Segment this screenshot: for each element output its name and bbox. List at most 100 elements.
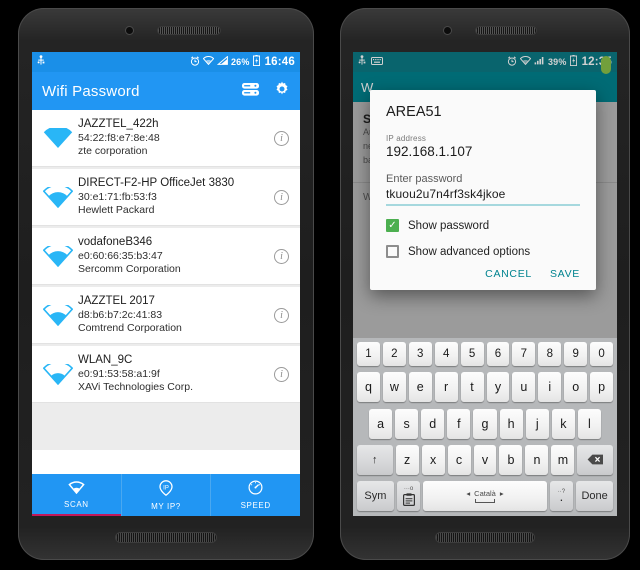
battery-percent-left: 26% <box>230 57 250 67</box>
gear-icon[interactable] <box>274 81 290 101</box>
key-8[interactable]: 8 <box>538 342 562 366</box>
key-t[interactable]: t <box>460 372 484 403</box>
bottom-nav-myip[interactable]: IP MY IP? <box>122 474 212 516</box>
key-n[interactable]: n <box>525 444 549 475</box>
shift-key[interactable]: ↑ <box>357 444 393 475</box>
key-6[interactable]: 6 <box>486 342 510 366</box>
key-u[interactable]: u <box>512 372 536 403</box>
database-icon[interactable] <box>241 82 260 101</box>
password-label: Enter password <box>386 173 463 185</box>
info-icon[interactable]: i <box>274 307 289 323</box>
earpiece-speaker <box>476 27 536 34</box>
space-arrow-right[interactable]: ▸ <box>500 489 504 498</box>
bottom-nav-scan[interactable]: SCAN <box>32 474 122 516</box>
list-item[interactable]: vodafoneB346 e0:60:66:35:b3:47 Sercomm C… <box>32 228 300 285</box>
network-ssid: JAZZTEL 2017 <box>78 295 155 308</box>
wifi-network-list[interactable]: JAZZTEL_422h 54:22:f8:e7:8e:48 zte corpo… <box>32 110 300 450</box>
info-icon[interactable]: i <box>274 366 289 382</box>
alarm-icon <box>190 55 200 69</box>
clock-left: 16:46 <box>264 56 295 68</box>
info-icon[interactable]: i <box>274 189 289 205</box>
usb-icon <box>37 55 45 69</box>
key-i[interactable]: i <box>538 372 562 403</box>
key-y[interactable]: y <box>486 372 510 403</box>
punctuation-key-label: · <box>559 491 564 507</box>
key-3[interactable]: 3 <box>408 342 432 366</box>
key-o[interactable]: o <box>564 372 588 403</box>
key-w[interactable]: w <box>382 372 406 403</box>
key-5[interactable]: 5 <box>460 342 484 366</box>
backspace-key[interactable] <box>577 444 613 475</box>
clipboard-icon <box>402 493 415 506</box>
key-z[interactable]: z <box>395 444 419 475</box>
app-bar-left: Wifi Password <box>32 72 300 110</box>
key-d[interactable]: d <box>421 408 445 439</box>
show-password-checkbox[interactable]: ✓ <box>386 219 399 232</box>
keyboard-row-1: q w e r t y u i o p <box>355 372 615 403</box>
key-l[interactable]: l <box>577 408 601 439</box>
wifi-password-dialog: AREA51 IP address 192.168.1.107 Enter pa… <box>370 90 596 290</box>
key-j[interactable]: j <box>525 408 549 439</box>
front-camera-icon <box>126 27 133 34</box>
key-c[interactable]: c <box>447 444 471 475</box>
info-icon[interactable]: i <box>274 130 289 146</box>
password-input[interactable]: tkuou2u7n4rf3sk4jkoe <box>386 187 580 206</box>
key-m[interactable]: m <box>551 444 575 475</box>
key-f[interactable]: f <box>447 408 471 439</box>
key-0[interactable]: 0 <box>590 342 614 366</box>
punctuation-key[interactable]: ··? · <box>549 481 574 511</box>
bottom-navigation[interactable]: SCAN IP MY IP? SPEED <box>32 474 300 516</box>
space-arrow-left[interactable]: ◂ <box>466 489 470 498</box>
dialog-actions: CANCEL SAVE <box>386 268 580 284</box>
show-advanced-checkbox[interactable] <box>386 245 399 258</box>
wifi-signal-icon <box>38 245 78 267</box>
network-vendor: XAVi Technologies Corp. <box>78 381 193 394</box>
key-k[interactable]: k <box>551 408 575 439</box>
key-s[interactable]: s <box>395 408 419 439</box>
on-screen-keyboard[interactable]: 1 2 3 4 5 6 7 8 9 0 q w e r t y u i o p … <box>353 338 617 516</box>
screen-right: 39% 12:35 W S Au ne ba W AREA51 IP addre… <box>353 52 617 516</box>
bottom-nav-speed[interactable]: SPEED <box>211 474 300 516</box>
network-ssid: JAZZTEL_422h <box>78 118 159 131</box>
list-item[interactable]: DIRECT-F2-HP OfficeJet 3830 30:e1:71:fb:… <box>32 169 300 226</box>
key-e[interactable]: e <box>408 372 432 403</box>
show-password-row[interactable]: ✓ Show password <box>386 219 580 232</box>
done-key[interactable]: Done <box>576 481 613 511</box>
keyboard-row-3: ↑ z x c v b n m <box>355 444 615 475</box>
key-r[interactable]: r <box>434 372 458 403</box>
wifi-signal-icon <box>38 363 78 385</box>
key-2[interactable]: 2 <box>382 342 406 366</box>
key-7[interactable]: 7 <box>512 342 536 366</box>
ip-address-value: 192.168.1.107 <box>386 144 473 159</box>
key-a[interactable]: a <box>369 408 393 439</box>
list-item[interactable]: WLAN_9C e0:91:53:58:a1:9f XAVi Technolog… <box>32 346 300 403</box>
key-4[interactable]: 4 <box>434 342 458 366</box>
show-advanced-row[interactable]: Show advanced options <box>386 245 580 258</box>
wifi-signal-icon <box>38 127 78 149</box>
key-q[interactable]: q <box>356 372 380 403</box>
key-1[interactable]: 1 <box>356 342 380 366</box>
network-ssid: vodafoneB346 <box>78 236 153 249</box>
key-p[interactable]: p <box>590 372 614 403</box>
dialog-title: AREA51 <box>386 104 442 120</box>
info-icon[interactable]: i <box>274 248 289 264</box>
signal-icon <box>216 55 228 68</box>
key-v[interactable]: v <box>473 444 497 475</box>
key-b[interactable]: b <box>499 444 523 475</box>
key-x[interactable]: x <box>421 444 445 475</box>
list-item[interactable]: JAZZTEL 2017 d8:b6:b7:2c:41:83 Comtrend … <box>32 287 300 344</box>
wifi-icon <box>68 481 85 498</box>
key-h[interactable]: h <box>499 408 523 439</box>
ip-pin-icon: IP <box>159 479 173 500</box>
cancel-button[interactable]: CANCEL <box>485 268 532 280</box>
speedometer-icon <box>248 480 263 499</box>
clipboard-key[interactable]: ···o <box>396 481 421 511</box>
sym-key[interactable]: Sym <box>357 481 394 511</box>
save-button[interactable]: SAVE <box>550 268 580 280</box>
list-item[interactable]: JAZZTEL_422h 54:22:f8:e7:8e:48 zte corpo… <box>32 110 300 167</box>
key-9[interactable]: 9 <box>564 342 588 366</box>
space-key[interactable]: ◂ Català ▸ <box>423 481 547 511</box>
wifi-signal-icon <box>38 186 78 208</box>
bottom-nav-label: SPEED <box>240 501 271 510</box>
key-g[interactable]: g <box>473 408 497 439</box>
